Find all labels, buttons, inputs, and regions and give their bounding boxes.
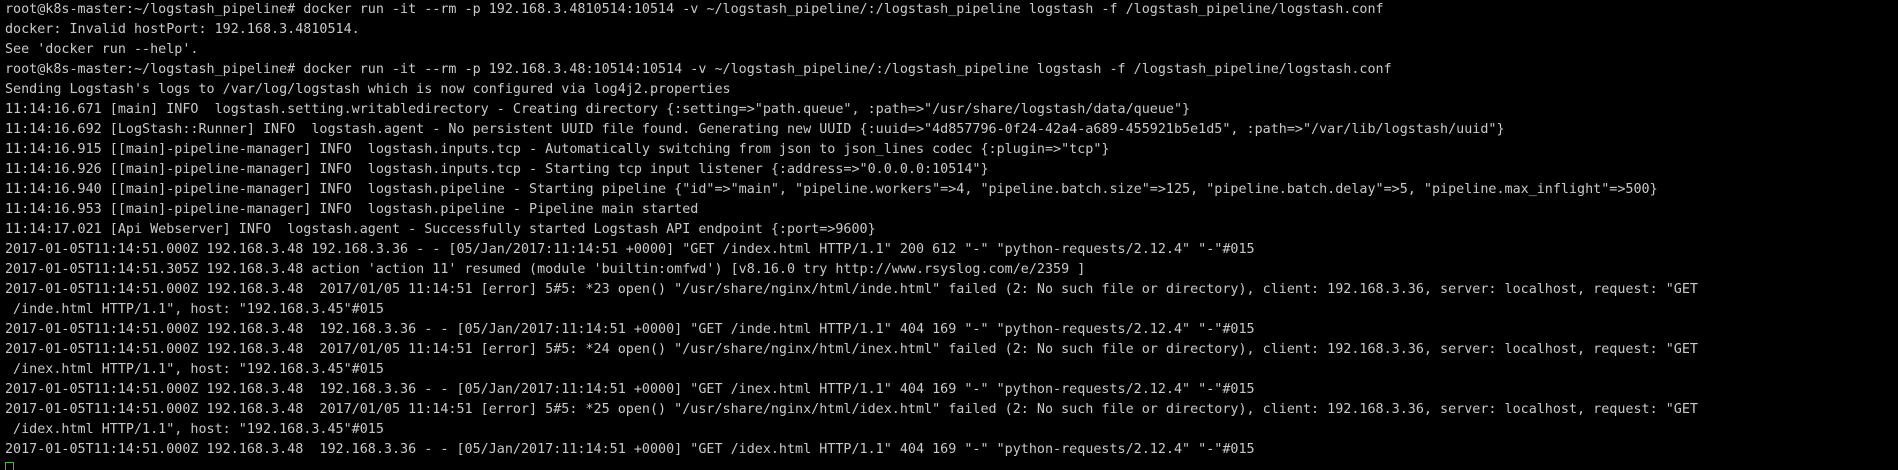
terminal-line: 2017-01-05T11:14:51.000Z 192.168.3.48 20… [5,342,1698,357]
terminal-line: See 'docker run --help'. [5,42,199,57]
terminal-line: root@k8s-master:~/logstash_pipeline# doc… [5,2,1384,17]
terminal-line: 11:14:16.940 [[main]-pipeline-manager] I… [5,182,1658,197]
terminal-line: 2017-01-05T11:14:51.000Z 192.168.3.48 20… [5,282,1698,297]
terminal-line: 2017-01-05T11:14:51.000Z 192.168.3.48 19… [5,242,1255,257]
terminal-line: 2017-01-05T11:14:51.305Z 192.168.3.48 ac… [5,262,1086,277]
terminal-line: 11:14:17.021 [Api Webserver] INFO logsta… [5,222,876,237]
terminal-line: 11:14:16.953 [[main]-pipeline-manager] I… [5,202,699,217]
terminal-window[interactable]: root@k8s-master:~/logstash_pipeline# doc… [0,0,1898,470]
terminal-line: 11:14:16.692 [LogStash::Runner] INFO log… [5,122,1505,137]
terminal-line: root@k8s-master:~/logstash_pipeline# doc… [5,62,1392,77]
terminal-line: 11:14:16.926 [[main]-pipeline-manager] I… [5,162,989,177]
terminal-line: /idex.html HTTP/1.1", host: "192.168.3.4… [5,422,384,437]
terminal-line: 2017-01-05T11:14:51.000Z 192.168.3.48 20… [5,402,1698,417]
terminal-line: 11:14:16.915 [[main]-pipeline-manager] I… [5,142,1110,157]
terminal-line: 11:14:16.671 [main] INFO logstash.settin… [5,102,1191,117]
terminal-cursor [5,462,14,470]
terminal-line: Sending Logstash's logs to /var/log/logs… [5,82,731,97]
terminal-line: /inex.html HTTP/1.1", host: "192.168.3.4… [5,362,384,377]
terminal-line: 2017-01-05T11:14:51.000Z 192.168.3.48 19… [5,322,1255,337]
terminal-line: 2017-01-05T11:14:51.000Z 192.168.3.48 19… [5,382,1255,397]
terminal-line: /inde.html HTTP/1.1", host: "192.168.3.4… [5,302,384,317]
terminal-line: 2017-01-05T11:14:51.000Z 192.168.3.48 19… [5,442,1255,457]
terminal-line: docker: Invalid hostPort: 192.168.3.4810… [5,22,360,37]
terminal-input-line[interactable] [5,460,1898,470]
